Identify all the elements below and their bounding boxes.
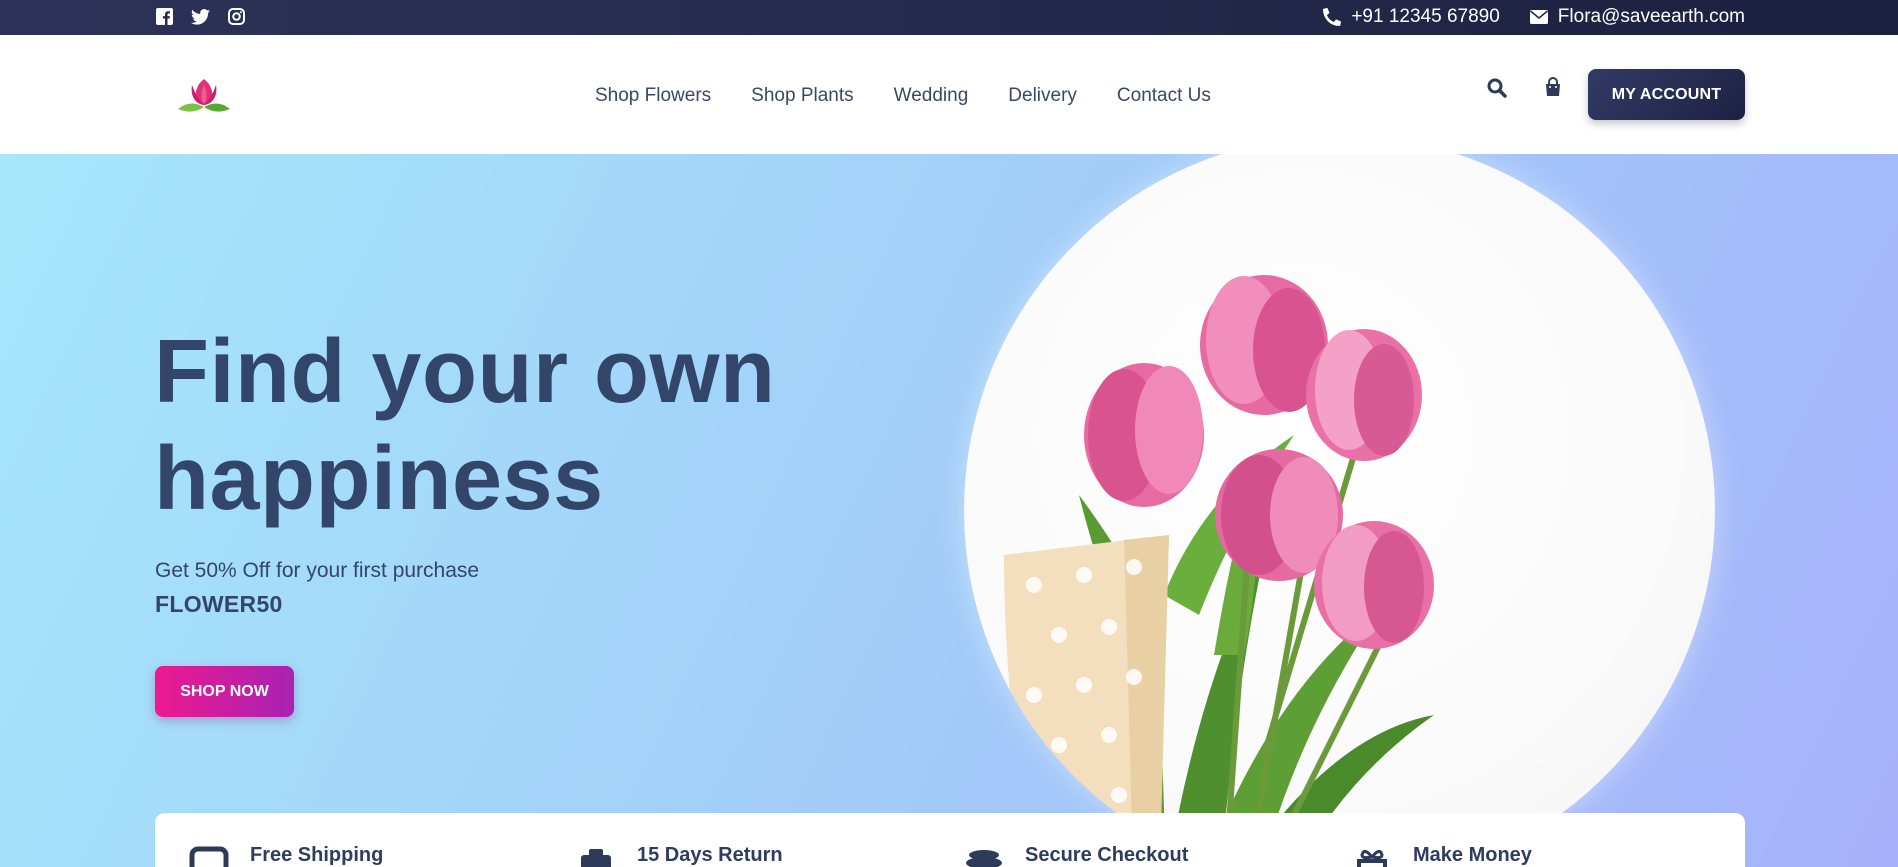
contact-info: +91 12345 67890 Flora@saveearth.com — [1323, 6, 1745, 28]
phone-number: +91 12345 67890 — [1351, 6, 1500, 27]
hero-headline: Find your own happiness — [154, 319, 914, 533]
feature-free-shipping: Free Shipping — [188, 841, 383, 867]
envelope-icon — [1529, 10, 1548, 24]
coins-icon — [966, 850, 1002, 867]
offer-text: Get 50% Off for your first purchase — [155, 559, 480, 582]
email-address: Flora@saveearth.com — [1557, 6, 1745, 27]
nav-contact-us[interactable]: Contact Us — [1117, 85, 1211, 107]
nav-delivery[interactable]: Delivery — [1008, 85, 1077, 107]
hero-headline-line1: Find your own — [154, 322, 776, 422]
phone-icon — [1323, 8, 1342, 26]
truck-icon — [189, 846, 229, 867]
promo-code: FLOWER50 — [155, 591, 283, 617]
shop-now-button[interactable]: SHOP NOW — [155, 666, 294, 717]
nav-shop-flowers[interactable]: Shop Flowers — [595, 85, 711, 107]
site-header: Shop Flowers Shop Plants Wedding Deliver… — [0, 35, 1898, 154]
feature-returns: 15 Days Return — [575, 841, 783, 867]
main-nav: Shop Flowers Shop Plants Wedding Deliver… — [595, 85, 1211, 107]
my-account-button[interactable]: MY ACCOUNT — [1588, 69, 1745, 120]
nav-shop-plants[interactable]: Shop Plants — [751, 85, 853, 107]
shopping-bag-icon[interactable] — [1542, 77, 1564, 99]
email-contact[interactable]: Flora@saveearth.com — [1529, 6, 1745, 28]
hero-headline-line2: happiness — [154, 429, 604, 529]
feature-secure-checkout: Secure Checkout — [963, 841, 1188, 867]
feature-title: Free Shipping — [250, 844, 384, 866]
nav-wedding[interactable]: Wedding — [894, 85, 969, 107]
features-bar: Free Shipping 15 Days Return Secure Chec… — [155, 813, 1745, 867]
return-icon — [581, 849, 611, 867]
instagram-icon[interactable] — [227, 7, 246, 26]
feature-make-money: Make Money — [1351, 841, 1532, 867]
phone-contact[interactable]: +91 12345 67890 — [1323, 6, 1500, 28]
hero-section: Find your own happiness Get 50% Off for … — [0, 154, 1898, 867]
feature-title: Make Money — [1413, 844, 1532, 866]
feature-title: Secure Checkout — [1025, 844, 1189, 866]
facebook-icon[interactable] — [155, 7, 174, 26]
search-icon[interactable] — [1486, 77, 1508, 99]
feature-title: 15 Days Return — [637, 844, 783, 866]
social-links — [155, 7, 246, 26]
lotus-logo-icon[interactable] — [176, 75, 232, 117]
twitter-icon[interactable] — [191, 7, 210, 26]
tulip-bouquet-image — [1004, 275, 1434, 867]
top-bar: +91 12345 67890 Flora@saveearth.com — [0, 0, 1898, 35]
gift-icon — [1357, 850, 1387, 867]
hero-image — [964, 154, 1715, 867]
